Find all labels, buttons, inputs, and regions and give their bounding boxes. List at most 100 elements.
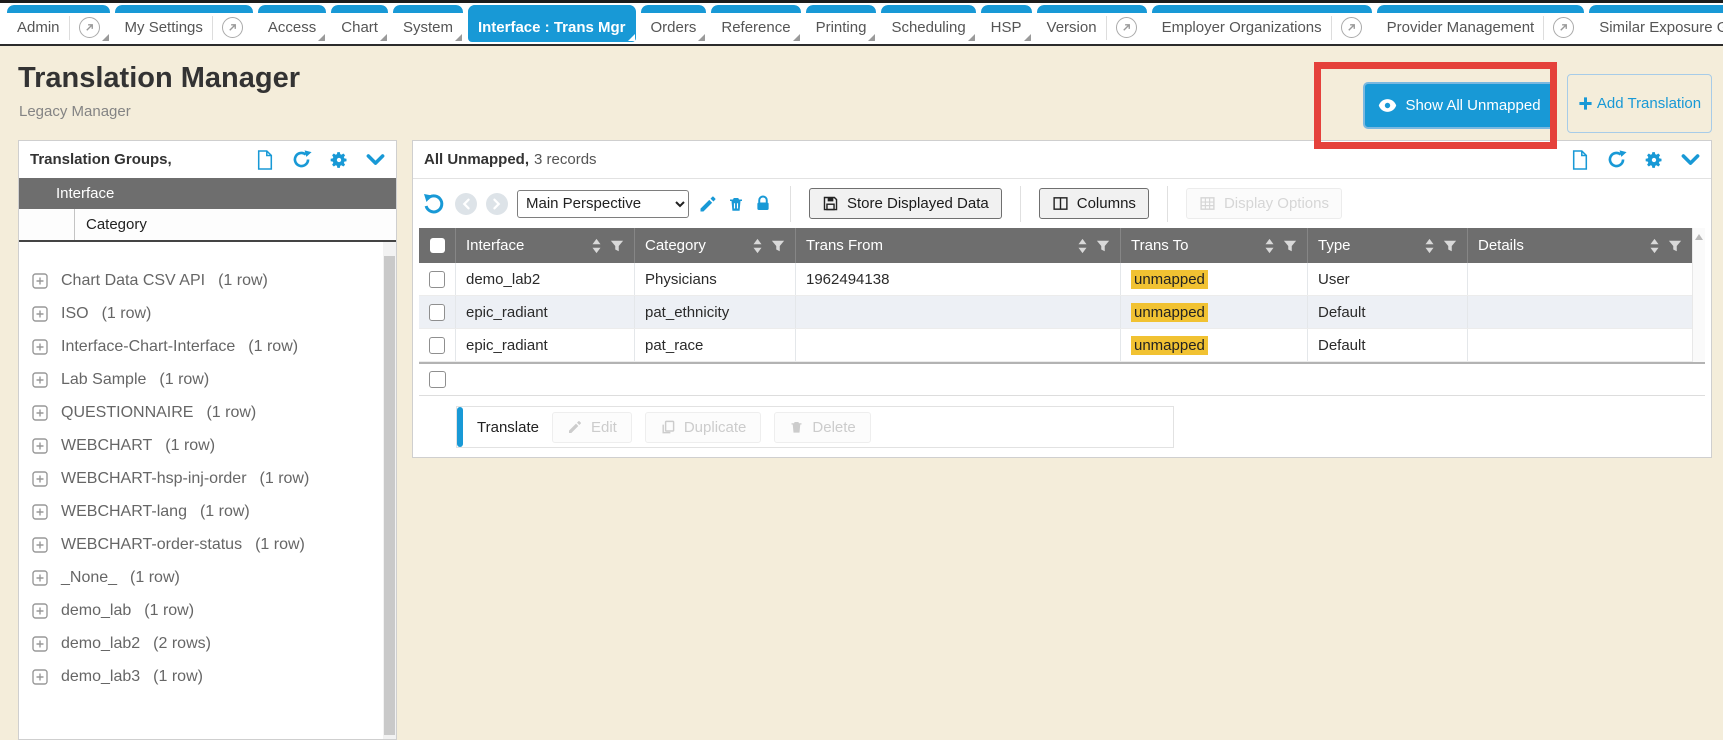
display-options-button[interactable]: Display Options xyxy=(1186,188,1342,219)
show-all-unmapped-button[interactable]: Show All Unmapped xyxy=(1363,82,1556,129)
column-header[interactable]: Trans To xyxy=(1121,228,1308,263)
expand-plus-icon[interactable] xyxy=(32,306,48,322)
nav-tab[interactable]: Provider Management xyxy=(1377,5,1585,42)
nav-tab[interactable]: Admin xyxy=(7,5,110,42)
sort-icon[interactable] xyxy=(591,238,602,254)
table-row[interactable]: epic_radiant pat_race unmapped Default xyxy=(419,329,1692,362)
table-row[interactable]: epic_radiant pat_ethnicity unmapped Defa… xyxy=(419,296,1692,329)
nav-tab[interactable]: Chart xyxy=(331,5,388,42)
open-in-new-window-icon[interactable] xyxy=(69,16,100,40)
store-displayed-data-button[interactable]: Store Displayed Data xyxy=(809,188,1002,219)
columns-button[interactable]: Columns xyxy=(1039,188,1149,219)
expand-plus-icon[interactable] xyxy=(32,669,48,685)
settings-gear-icon[interactable] xyxy=(329,150,349,170)
expand-plus-icon[interactable] xyxy=(32,273,48,289)
category-group-header[interactable]: Category xyxy=(19,209,396,242)
sort-icon[interactable] xyxy=(1649,238,1660,254)
collapse-chevron-icon[interactable] xyxy=(366,153,385,167)
delete-button[interactable]: Delete xyxy=(774,412,870,443)
expand-plus-icon[interactable] xyxy=(32,537,48,553)
new-record-icon[interactable] xyxy=(256,150,274,170)
new-record-icon[interactable] xyxy=(1571,150,1589,170)
open-in-new-window-icon[interactable] xyxy=(212,16,243,40)
select-all-checkbox[interactable] xyxy=(430,238,445,253)
nav-tab[interactable]: Employer Organizations xyxy=(1152,5,1372,42)
open-in-new-window-icon[interactable] xyxy=(1106,16,1137,40)
filter-funnel-icon[interactable] xyxy=(1668,239,1682,253)
row-checkbox[interactable] xyxy=(429,337,445,354)
translation-group-row[interactable]: demo_lab3 (1 row) xyxy=(19,660,396,693)
nav-tab[interactable]: Reference xyxy=(711,5,800,42)
translation-group-row[interactable]: Lab Sample (1 row) xyxy=(19,363,396,396)
translation-group-row[interactable]: WEBCHART-lang (1 row) xyxy=(19,495,396,528)
perspective-select[interactable]: Main Perspective xyxy=(517,190,689,218)
translation-group-row[interactable]: WEBCHART-hsp-inj-order (1 row) xyxy=(19,462,396,495)
filter-funnel-icon[interactable] xyxy=(1096,239,1110,253)
expand-plus-icon[interactable] xyxy=(32,636,48,652)
expand-plus-icon[interactable] xyxy=(32,405,48,421)
interface-group-header[interactable]: Interface xyxy=(19,178,396,209)
nav-tab[interactable]: My Settings xyxy=(115,5,253,42)
row-checkbox[interactable] xyxy=(429,304,445,321)
nav-tab[interactable]: Similar Exposure Groups (SEGs) xyxy=(1589,5,1723,42)
expand-plus-icon[interactable] xyxy=(32,603,48,619)
nav-forward-icon[interactable] xyxy=(486,193,508,215)
scrollbar-up-arrow[interactable] xyxy=(1695,234,1703,240)
nav-tab[interactable]: HSP xyxy=(981,5,1032,42)
row-checkbox[interactable] xyxy=(429,271,445,288)
translation-group-row[interactable]: WEBCHART-order-status (1 row) xyxy=(19,528,396,561)
nav-tab[interactable]: Orders xyxy=(641,5,707,42)
filter-funnel-icon[interactable] xyxy=(610,239,624,253)
nav-back-icon[interactable] xyxy=(455,193,477,215)
open-in-new-window-icon[interactable] xyxy=(1543,16,1574,40)
translation-group-row[interactable]: ISO (1 row) xyxy=(19,297,396,330)
translation-group-row[interactable]: demo_lab (1 row) xyxy=(19,594,396,627)
translation-group-row[interactable]: Interface-Chart-Interface (1 row) xyxy=(19,330,396,363)
translation-group-row[interactable]: demo_lab2 (2 rows) xyxy=(19,627,396,660)
filter-funnel-icon[interactable] xyxy=(1443,239,1457,253)
expand-plus-icon[interactable] xyxy=(32,504,48,520)
duplicate-button[interactable]: Duplicate xyxy=(645,412,762,443)
edit-button[interactable]: Edit xyxy=(552,412,632,443)
expand-plus-icon[interactable] xyxy=(32,570,48,586)
add-translation-button[interactable]: Add Translation xyxy=(1567,74,1712,133)
expand-plus-icon[interactable] xyxy=(32,339,48,355)
nav-tab[interactable]: Access xyxy=(258,5,326,42)
groups-scrollbar[interactable] xyxy=(383,242,396,739)
nav-tab[interactable]: System xyxy=(393,5,463,42)
column-header[interactable]: Interface xyxy=(456,228,635,263)
translation-group-row[interactable]: QUESTIONNAIRE (1 row) xyxy=(19,396,396,429)
undo-icon[interactable] xyxy=(422,192,446,216)
bottom-select-checkbox[interactable] xyxy=(429,371,446,388)
nav-tab[interactable]: Scheduling xyxy=(881,5,975,42)
open-in-new-window-icon[interactable] xyxy=(1331,16,1362,40)
sort-icon[interactable] xyxy=(1077,238,1088,254)
translation-group-row[interactable]: _None_ (1 row) xyxy=(19,561,396,594)
refresh-icon[interactable] xyxy=(1606,149,1627,170)
filter-funnel-icon[interactable] xyxy=(771,239,785,253)
collapse-chevron-icon[interactable] xyxy=(1681,153,1700,167)
refresh-icon[interactable] xyxy=(291,149,312,170)
column-header[interactable]: Trans From xyxy=(796,228,1121,263)
delete-perspective-trash-icon[interactable] xyxy=(727,194,745,214)
nav-tab[interactable]: Interface : Trans Mgr xyxy=(468,5,636,42)
column-header[interactable]: Category xyxy=(635,228,796,263)
translation-group-row[interactable]: WEBCHART (1 row) xyxy=(19,429,396,462)
nav-tab[interactable]: Version xyxy=(1037,5,1147,42)
settings-gear-icon[interactable] xyxy=(1644,150,1664,170)
column-header[interactable]: Details xyxy=(1468,228,1692,263)
expand-plus-icon[interactable] xyxy=(32,471,48,487)
column-header[interactable]: Type xyxy=(1308,228,1468,263)
sort-icon[interactable] xyxy=(752,238,763,254)
table-row[interactable]: demo_lab2 Physicians 1962494138 unmapped… xyxy=(419,263,1692,296)
nav-tab[interactable]: Printing xyxy=(806,5,877,42)
filter-funnel-icon[interactable] xyxy=(1283,239,1297,253)
sort-icon[interactable] xyxy=(1424,238,1435,254)
expand-plus-icon[interactable] xyxy=(32,438,48,454)
translation-group-row[interactable]: Chart Data CSV API (1 row) xyxy=(19,264,396,297)
table-scrollbar[interactable] xyxy=(1692,228,1705,362)
expand-plus-icon[interactable] xyxy=(32,372,48,388)
lock-perspective-icon[interactable] xyxy=(754,194,772,214)
edit-perspective-pencil-icon[interactable] xyxy=(698,194,718,214)
sort-icon[interactable] xyxy=(1264,238,1275,254)
